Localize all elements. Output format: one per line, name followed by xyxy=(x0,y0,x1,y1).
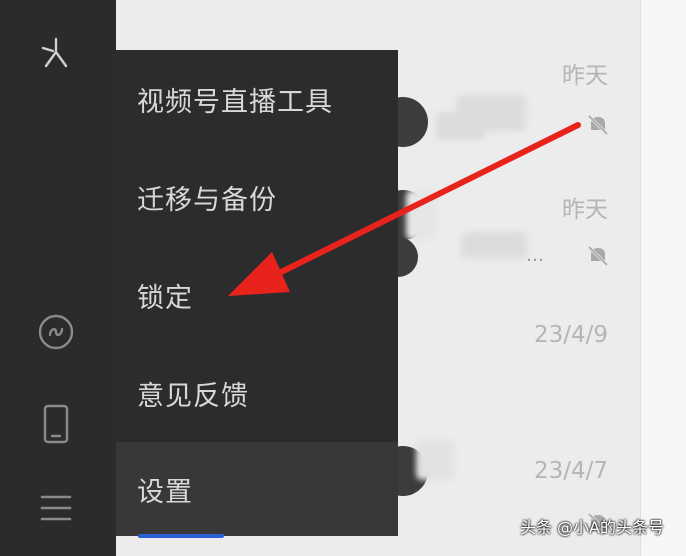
chat-time: 23/4/9 xyxy=(533,322,608,348)
menu-item-settings[interactable]: 设置 xyxy=(116,442,398,536)
menu-item-feedback[interactable]: 意见反馈 xyxy=(116,344,398,442)
ellipsis: … xyxy=(526,245,544,266)
phone-icon[interactable] xyxy=(36,404,76,444)
watermark: 头条 @小A的头条号 xyxy=(519,518,664,537)
right-panel xyxy=(640,0,686,556)
menu-item-migrate-backup[interactable]: 迁移与备份 xyxy=(116,148,398,246)
logo-icon[interactable] xyxy=(36,33,76,73)
chat-preview-blurred xyxy=(456,95,526,131)
popup-menu: 视频号直播工具 迁移与备份 锁定 意见反馈 设置 xyxy=(116,50,398,536)
mini-program-icon[interactable] xyxy=(36,312,76,352)
chat-time: 23/4/7 xyxy=(533,458,608,484)
chat-time: 昨天 xyxy=(562,197,608,223)
menu-icon[interactable] xyxy=(36,488,76,528)
chat-name-blurred xyxy=(416,440,454,480)
chat-name-blurred xyxy=(406,190,436,240)
chat-time: 昨天 xyxy=(562,63,608,89)
menu-item-live-tool[interactable]: 视频号直播工具 xyxy=(116,50,398,148)
chat-preview-blurred xyxy=(461,232,527,258)
menu-item-lock[interactable]: 锁定 xyxy=(116,246,398,344)
selection-indicator xyxy=(138,534,224,538)
mute-bell-icon xyxy=(587,245,609,267)
mute-bell-icon xyxy=(587,114,609,136)
sidebar xyxy=(0,0,116,556)
